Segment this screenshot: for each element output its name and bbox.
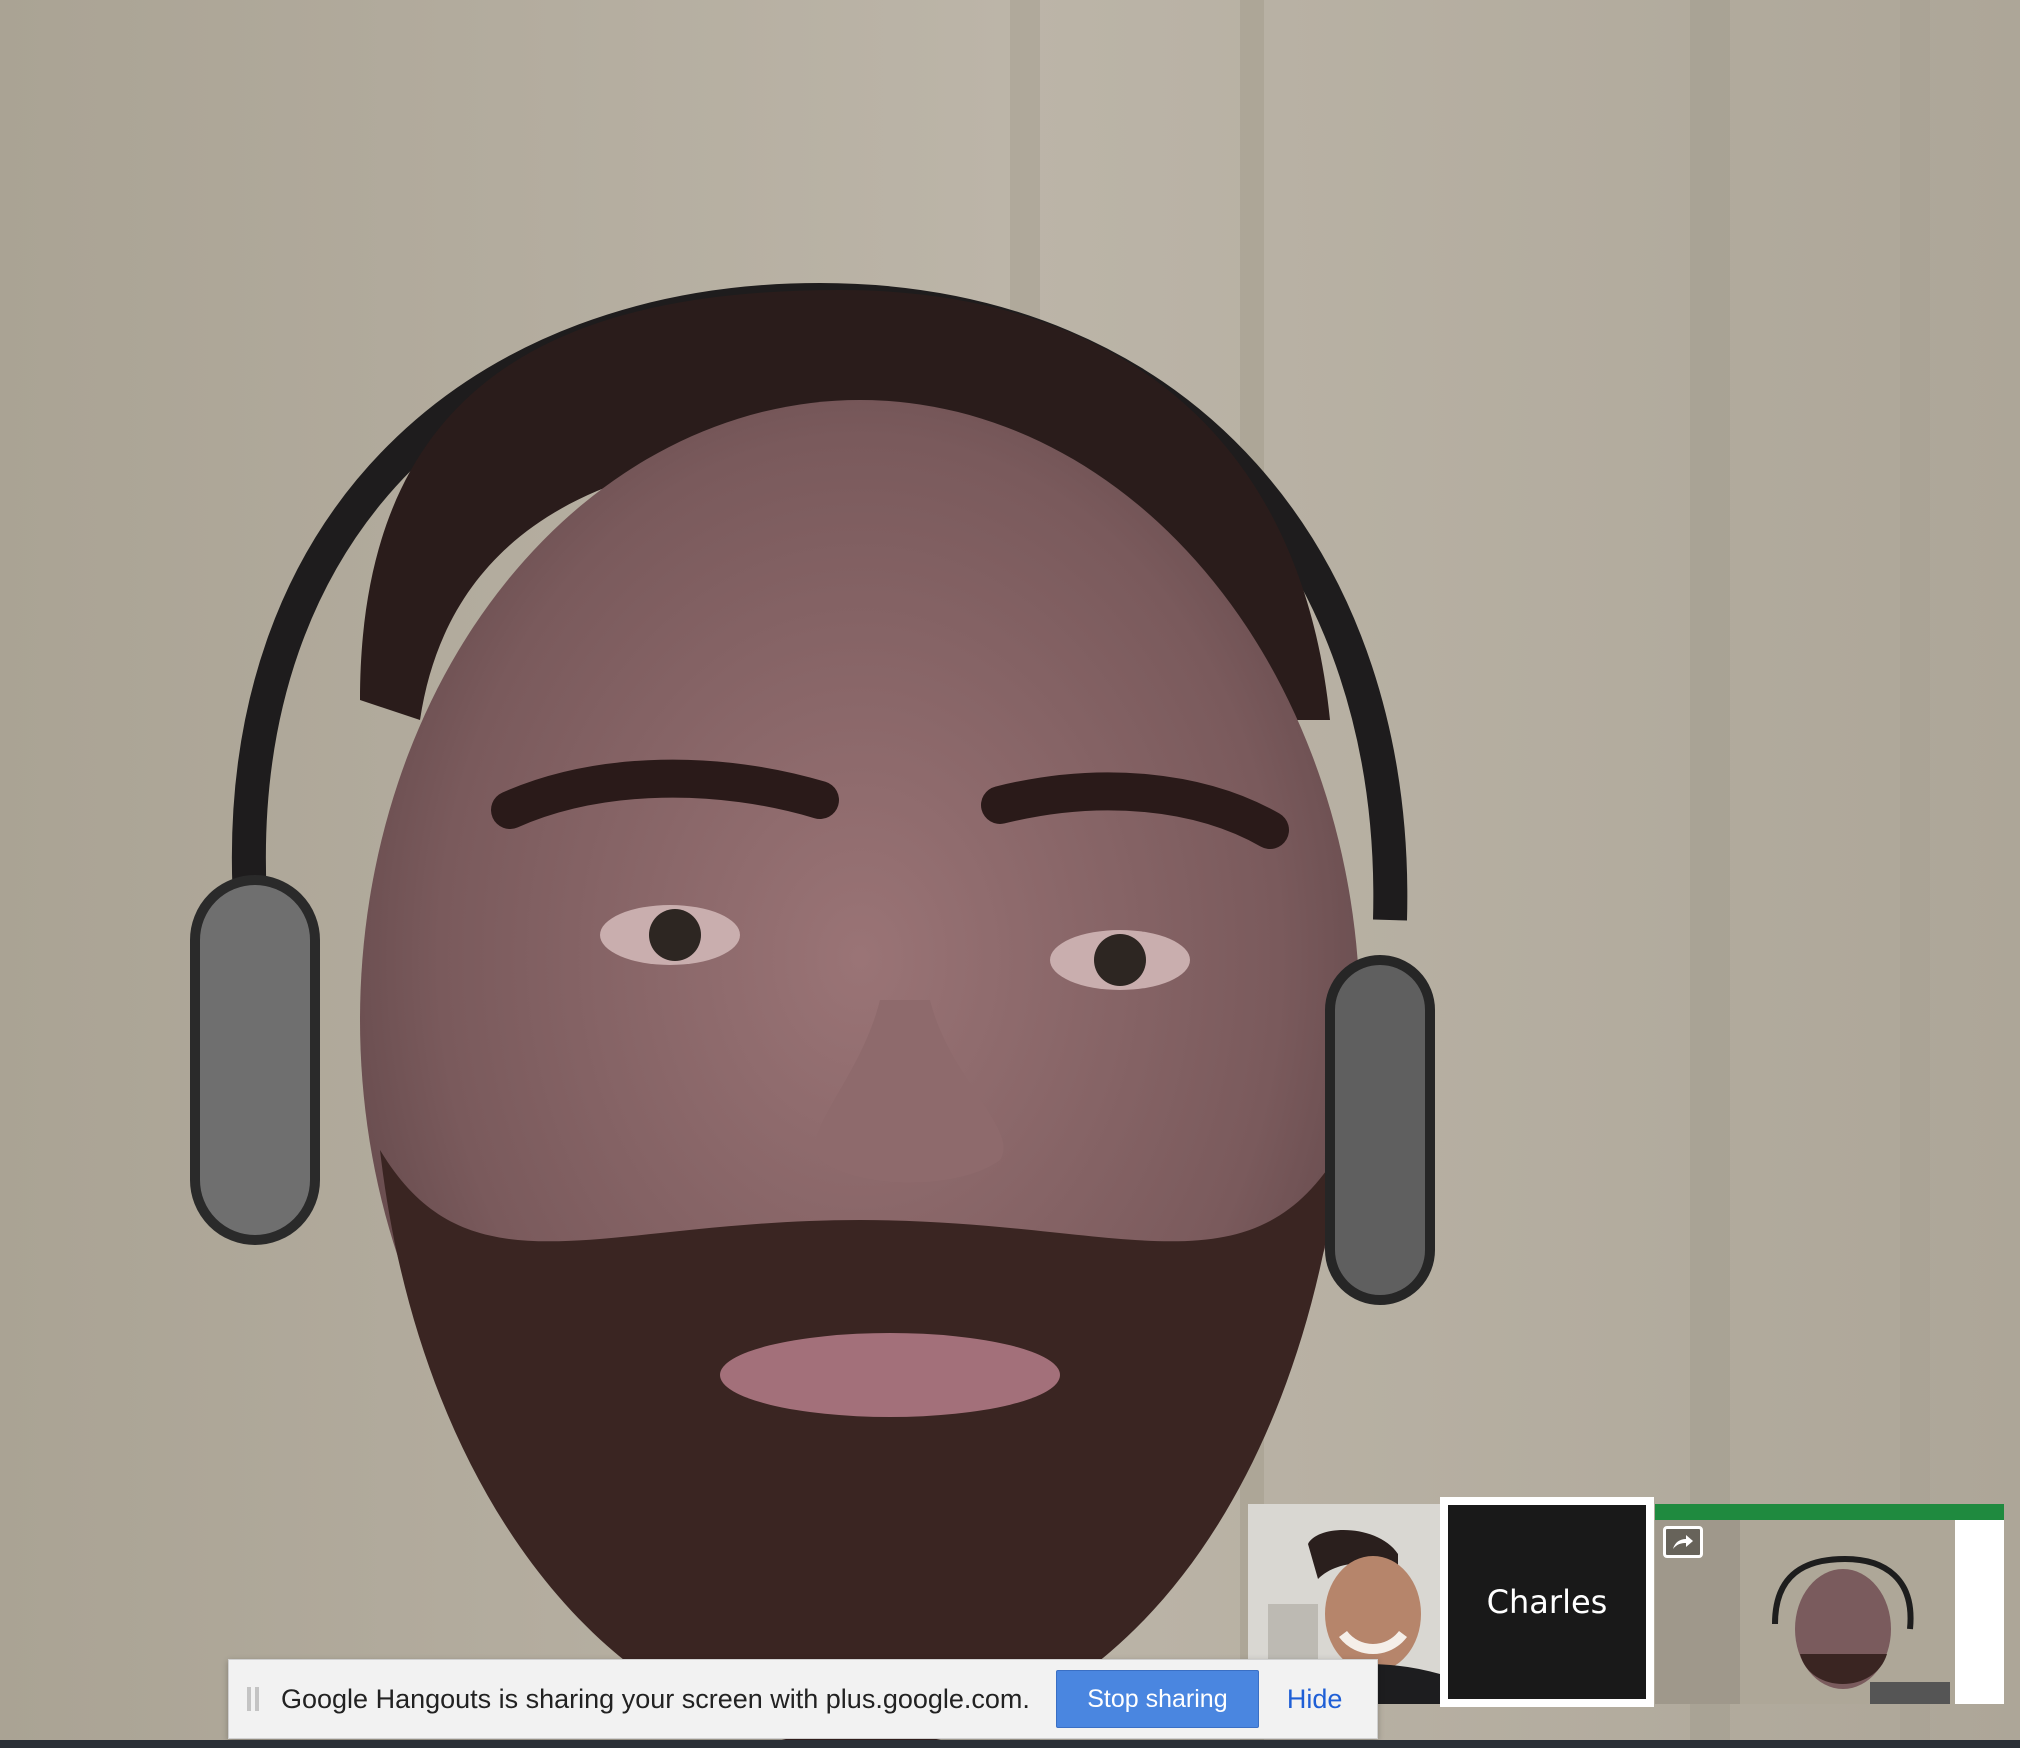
participant-thumb-charles[interactable]: Charles: [1440, 1497, 1654, 1707]
drag-handle-icon[interactable]: [247, 1687, 259, 1711]
right-pupil: [1094, 934, 1146, 986]
participant-thumb-screenshare[interactable]: [1655, 1504, 2004, 1704]
left-pupil: [649, 909, 701, 961]
screen-share-preview: [1655, 1504, 2004, 1704]
hide-link[interactable]: Hide: [1287, 1684, 1343, 1715]
screen-share-notification-bar: Google Hangouts is sharing your screen w…: [228, 1659, 1378, 1739]
bottom-strip: [0, 1740, 2020, 1748]
share-message: Google Hangouts is sharing your screen w…: [281, 1683, 1030, 1714]
share-arrow-icon: [1663, 1526, 1703, 1558]
stop-sharing-button[interactable]: Stop sharing: [1055, 1670, 1259, 1728]
curtain-fold: [1900, 0, 1930, 1748]
participant-name: Charles: [1486, 1583, 1608, 1621]
left-ear-cup: [190, 875, 320, 1245]
curtain-fold: [1690, 0, 1730, 1748]
participant-avatar-tile: Charles: [1448, 1505, 1646, 1699]
lips: [720, 1333, 1060, 1417]
main-speaker-video: [0, 0, 2020, 1748]
right-ear-cup: [1325, 955, 1435, 1305]
hangout-stage: Charles Google Hangouts is sharing your …: [0, 0, 2020, 1748]
